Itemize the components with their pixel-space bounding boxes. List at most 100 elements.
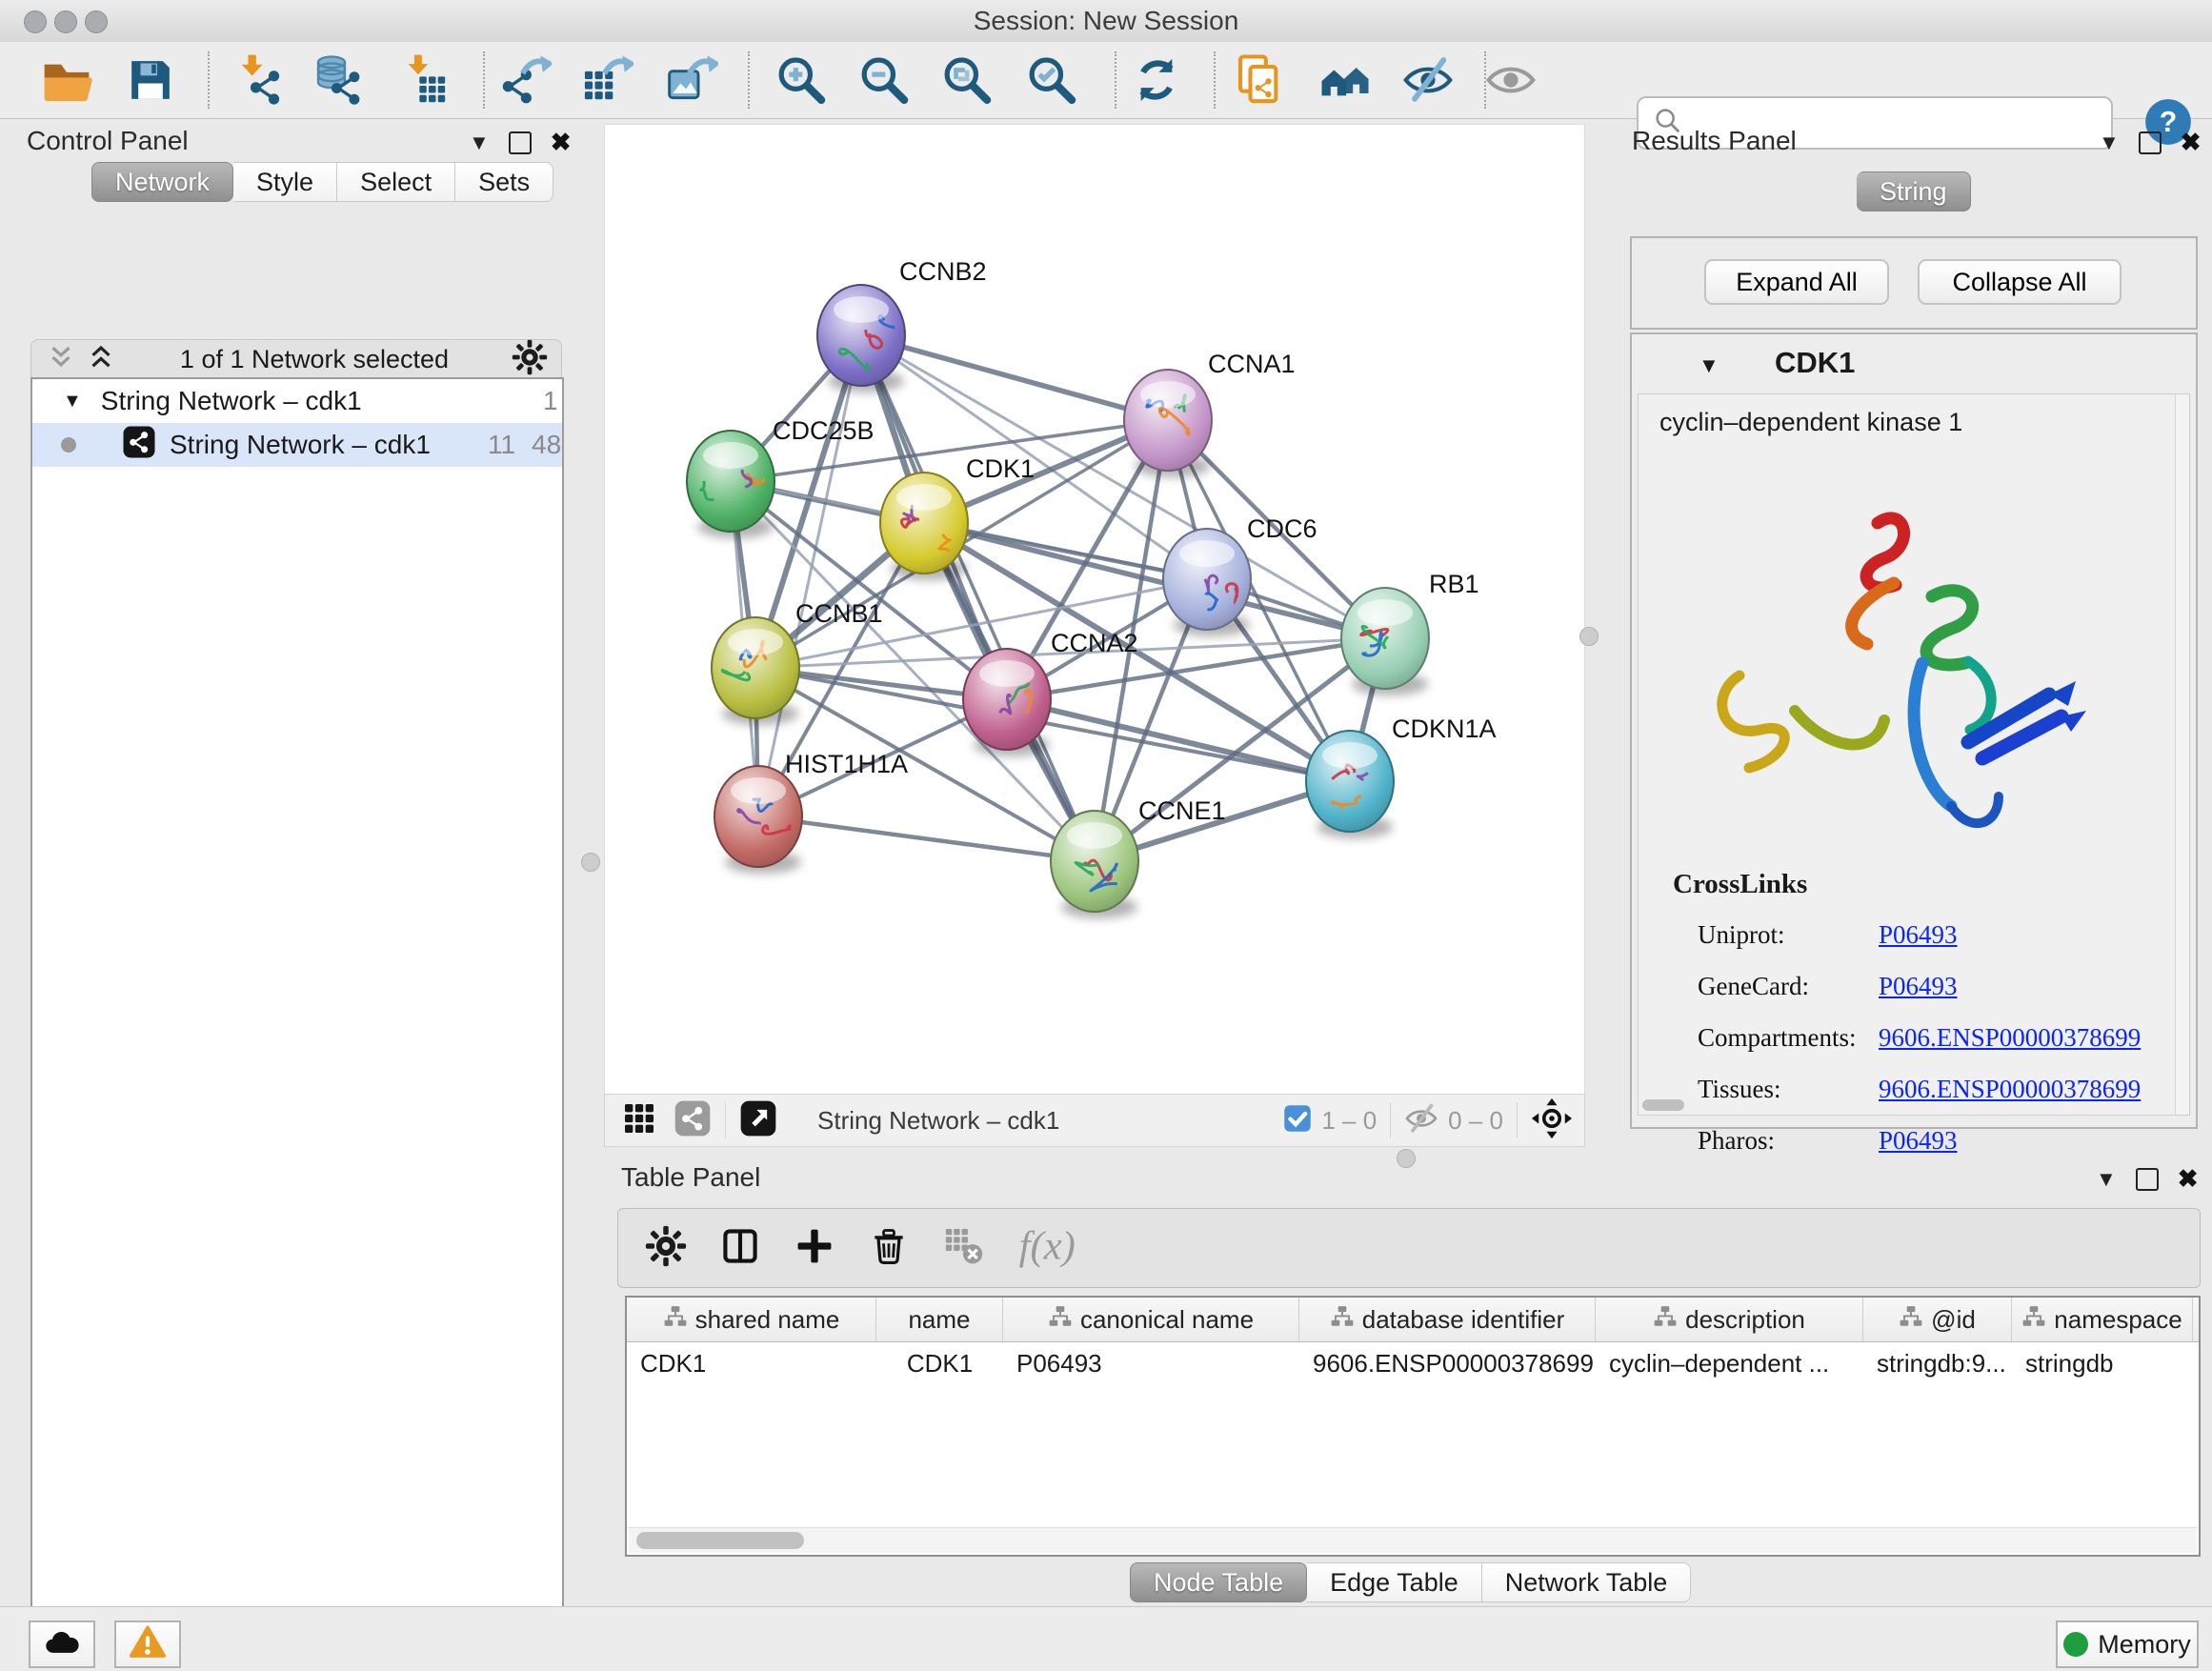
column-header-canonical-name[interactable]: canonical name <box>1003 1298 1299 1341</box>
tree-expander-icon[interactable]: ▼ <box>63 391 82 413</box>
export-network-icon[interactable] <box>498 53 552 107</box>
zoom-in-icon[interactable] <box>774 53 827 107</box>
eye-disabled-icon[interactable] <box>1484 53 1538 107</box>
column-label: name <box>908 1305 970 1335</box>
crosslinks-title: CrossLinks <box>1673 869 1807 900</box>
import-database-icon[interactable] <box>312 53 365 107</box>
collapse-panel-icon[interactable]: ▼ <box>2096 1167 2117 1192</box>
tab-sets[interactable]: Sets <box>455 162 553 202</box>
expand-all-icon[interactable] <box>85 341 117 378</box>
export-table-icon[interactable] <box>580 53 633 107</box>
column-header-description[interactable]: description <box>1596 1298 1863 1341</box>
open-file-icon[interactable] <box>40 53 93 107</box>
warnings-button[interactable] <box>114 1621 181 1668</box>
save-icon[interactable] <box>124 53 177 107</box>
tab-node-table[interactable]: Node Table <box>1130 1562 1307 1602</box>
network-row[interactable]: String Network – cdk1 11 48 <box>32 423 562 467</box>
close-panel-icon[interactable]: ✖ <box>2178 1164 2199 1194</box>
table-panel-window-controls: ▼ ✖ <box>2096 1164 2199 1194</box>
cloud-button[interactable] <box>29 1621 95 1668</box>
selection-summary: 1 of 1 Network selected <box>117 345 512 374</box>
column-header-name[interactable]: name <box>876 1298 1003 1341</box>
float-panel-icon[interactable] <box>2136 1168 2159 1191</box>
table-row[interactable]: CDK1CDK1P064939606.ENSP00000378699cyclin… <box>627 1342 2199 1384</box>
crosslink-value[interactable]: 9606.ENSP00000378699 <box>1879 1023 2141 1053</box>
show-columns-icon[interactable] <box>719 1225 761 1272</box>
gear-icon[interactable] <box>512 339 548 380</box>
node-label-HIST1H1A: HIST1H1A <box>785 750 908 778</box>
float-panel-icon[interactable] <box>509 131 532 154</box>
results-vertical-scrollbar[interactable] <box>2175 394 2189 1115</box>
graph-node-CCNA1[interactable] <box>1124 370 1212 477</box>
table-horizontal-scrollbar[interactable] <box>629 1527 2197 1553</box>
zoom-out-icon[interactable] <box>856 53 910 107</box>
results-buttons-box: Expand All Collapse All <box>1630 236 2198 330</box>
expand-all-button[interactable]: Expand All <box>1704 259 1889 305</box>
graph-node-RB1[interactable] <box>1341 588 1429 695</box>
left-splitter-handle[interactable] <box>581 853 600 872</box>
crosslinks-list: Uniprot: P06493GeneCard: P06493Compartme… <box>1639 909 2172 1166</box>
network-graph[interactable]: CCNB2CCNA1CDC25BCDK1CDC6RB1CCNB1CCNA2CDK… <box>605 125 1584 1095</box>
collapse-all-button[interactable]: Collapse All <box>1918 259 2122 305</box>
column-header-database-identifier[interactable]: database identifier <box>1299 1298 1596 1341</box>
graph-node-CDK1[interactable] <box>880 473 968 580</box>
graph-node-CDKN1A[interactable] <box>1306 731 1394 838</box>
toolbar-separator <box>483 51 485 109</box>
graph-node-CDC25B[interactable] <box>687 431 774 538</box>
table-scrollbar-thumb[interactable] <box>636 1532 804 1549</box>
graph-node-CCNA2[interactable] <box>963 649 1051 756</box>
crosslink-value[interactable]: P06493 <box>1879 920 1958 950</box>
birdseye-grid-icon[interactable] <box>620 1099 658 1142</box>
tab-select[interactable]: Select <box>337 162 455 202</box>
fit-selected-crosshair-icon[interactable] <box>1531 1097 1573 1144</box>
crosslink-label: Tissues: <box>1698 1075 1879 1104</box>
graph-node-CCNE1[interactable] <box>1051 811 1138 918</box>
tab-edge-table[interactable]: Edge Table <box>1307 1562 1482 1602</box>
collapse-all-icon[interactable] <box>45 341 77 378</box>
graph-node-CCNB1[interactable] <box>712 617 799 725</box>
float-panel-icon[interactable] <box>2139 131 2162 154</box>
delete-column-icon[interactable] <box>868 1225 910 1272</box>
graph-node-CCNB2[interactable] <box>817 285 915 393</box>
crosslink-value[interactable]: 9606.ENSP00000378699 <box>1879 1075 2141 1104</box>
network-collection-row[interactable]: ▼ String Network – cdk1 1 <box>32 379 562 423</box>
selected-checkbox[interactable] <box>1283 1104 1312 1137</box>
crosslink-value[interactable]: P06493 <box>1879 972 1958 1001</box>
copy-network-icon[interactable] <box>1234 53 1287 107</box>
results-horizontal-scrollbar-thumb[interactable] <box>1642 1099 1684 1111</box>
section-expander-icon[interactable]: ▼ <box>1699 353 1719 378</box>
network-canvas[interactable]: CCNB2CCNA1CDC25BCDK1CDC6RB1CCNB1CCNA2CDK… <box>604 124 1585 1096</box>
hidden-eye-icon[interactable] <box>1404 1101 1438 1140</box>
eye-hide-icon[interactable] <box>1401 53 1455 107</box>
column-label: database identifier <box>1362 1305 1564 1335</box>
tab-string[interactable]: String <box>1857 171 1971 211</box>
column-header-shared-name[interactable]: shared name <box>627 1298 876 1341</box>
import-network-icon[interactable] <box>231 53 285 107</box>
control-panel-window-controls: ▼ ✖ <box>469 128 572 157</box>
collapse-panel-icon[interactable]: ▼ <box>469 131 490 155</box>
column-header-namespace[interactable]: namespace <box>2012 1298 2193 1341</box>
home-pair-icon[interactable] <box>1318 53 1372 107</box>
tab-style[interactable]: Style <box>233 162 337 202</box>
external-link-icon[interactable] <box>739 1099 777 1142</box>
zoom-selected-icon[interactable] <box>1024 53 1077 107</box>
tab-network[interactable]: Network <box>91 162 233 202</box>
column-header--id[interactable]: @id <box>1863 1298 2012 1341</box>
close-panel-icon[interactable]: ✖ <box>2181 128 2202 157</box>
right-splitter-handle[interactable] <box>1579 627 1599 646</box>
import-table-icon[interactable] <box>396 53 450 107</box>
graph-node-HIST1H1A[interactable] <box>714 766 802 874</box>
add-column-icon[interactable] <box>794 1225 835 1272</box>
crosslink-row: Compartments: 9606.ENSP00000378699 <box>1639 1012 2172 1063</box>
zoom-fit-icon[interactable] <box>939 53 993 107</box>
network-share-icon[interactable] <box>674 1099 712 1142</box>
close-panel-icon[interactable]: ✖ <box>551 128 572 157</box>
tab-network-table[interactable]: Network Table <box>1482 1562 1692 1602</box>
crosslink-value[interactable]: P06493 <box>1879 1126 1958 1156</box>
collapse-panel-icon[interactable]: ▼ <box>2099 131 2120 155</box>
refresh-icon[interactable] <box>1130 53 1183 107</box>
memory-button[interactable]: Memory <box>2056 1621 2199 1668</box>
export-image-icon[interactable] <box>665 53 718 107</box>
table-settings-gear-icon[interactable] <box>645 1225 687 1272</box>
graph-node-CDC6[interactable] <box>1163 529 1251 636</box>
